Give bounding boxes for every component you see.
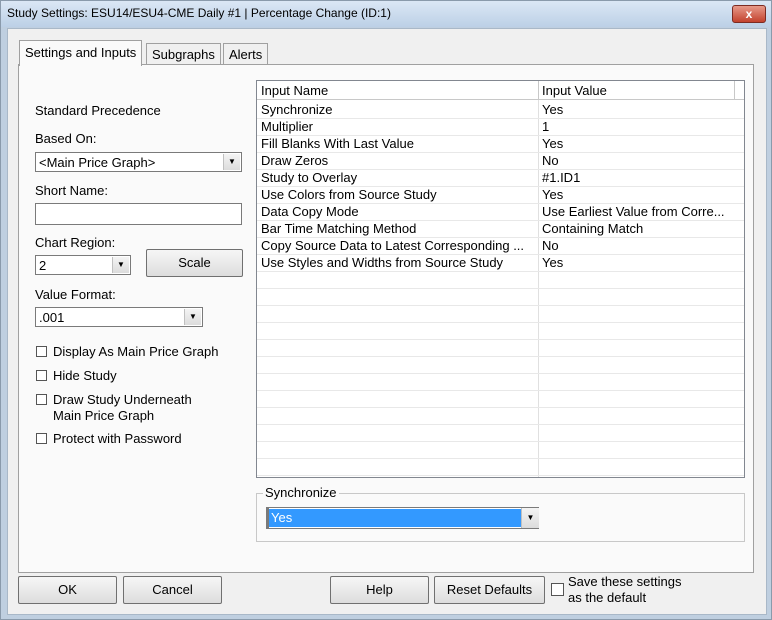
tab-alerts[interactable]: Alerts (223, 43, 269, 66)
header-input-value[interactable]: Input Value (542, 83, 737, 98)
input-value: No (542, 153, 559, 168)
table-row[interactable]: Multiplier 1 (257, 118, 744, 136)
grid-header: Input Name Input Value (257, 81, 744, 100)
display-as-main-checkbox[interactable] (36, 346, 47, 357)
draw-underneath-label: Draw Study Underneath (53, 392, 192, 407)
empty-row (257, 305, 744, 323)
chart-region-label: Chart Region: (35, 235, 116, 250)
table-row[interactable]: Fill Blanks With Last Value Yes (257, 135, 744, 153)
empty-row (257, 271, 744, 289)
input-name: Multiplier (261, 119, 314, 134)
chart-region-value: 2 (39, 258, 47, 273)
based-on-label: Based On: (35, 131, 97, 146)
dialog-body: Settings and Inputs Subgraphs Alerts Sta… (7, 28, 767, 615)
input-name: Use Styles and Widths from Source Study (261, 255, 504, 270)
input-editor-group: Synchronize Yes ▼ (256, 485, 745, 542)
close-icon: x (745, 7, 753, 21)
input-name: Bar Time Matching Method (261, 221, 417, 236)
based-on-select[interactable]: <Main Price Graph> ▼ (35, 152, 242, 172)
chevron-down-icon: ▼ (184, 309, 201, 325)
based-on-value: <Main Price Graph> (39, 155, 156, 170)
inputs-grid[interactable]: Input Name Input Value Synchronize Yes Mu… (256, 80, 745, 478)
empty-row (257, 288, 744, 306)
table-row[interactable]: Synchronize Yes (257, 101, 744, 119)
chevron-down-icon: ▼ (223, 154, 240, 170)
protect-password-checkbox[interactable] (36, 433, 47, 444)
input-value: Yes (542, 255, 564, 270)
close-button[interactable]: x (732, 5, 766, 23)
table-row[interactable]: Copy Source Data to Latest Corresponding… (257, 237, 744, 255)
table-row[interactable]: Use Colors from Source Study Yes (257, 186, 744, 204)
empty-row (257, 356, 744, 374)
synchronize-select[interactable]: Yes (266, 507, 539, 529)
table-row[interactable]: Use Styles and Widths from Source Study Y… (257, 254, 744, 272)
empty-row (257, 373, 744, 391)
empty-row (257, 407, 744, 425)
value-format-label: Value Format: (35, 287, 116, 302)
chevron-down-icon: ▼ (112, 257, 129, 273)
hide-study-checkbox[interactable] (36, 370, 47, 381)
input-value: No (542, 238, 559, 253)
hide-study-label: Hide Study (53, 368, 117, 383)
short-name-input[interactable] (35, 203, 242, 225)
input-name: Use Colors from Source Study (261, 187, 437, 202)
empty-row (257, 339, 744, 357)
display-as-main-label: Display As Main Price Graph (53, 344, 219, 359)
window-title: Study Settings: ESU14/ESU4-CME Daily #1 … (7, 6, 391, 20)
ok-button[interactable]: OK (18, 576, 117, 604)
scale-button[interactable]: Scale (146, 249, 243, 277)
value-format-select[interactable]: .001 ▼ (35, 307, 203, 327)
settings-panel: Standard Precedence Based On: <Main Pric… (18, 64, 754, 573)
tab-subgraphs[interactable]: Subgraphs (146, 43, 221, 66)
save-default-label: Save these settings (568, 574, 682, 589)
short-name-label: Short Name: (35, 183, 108, 198)
empty-row (257, 322, 744, 340)
input-value: #1.ID1 (542, 170, 581, 185)
empty-row (257, 441, 744, 459)
title-bar[interactable]: Study Settings: ESU14/ESU4-CME Daily #1 … (1, 1, 771, 27)
draw-underneath-checkbox[interactable] (36, 394, 47, 405)
empty-row (257, 424, 744, 442)
synchronize-value: Yes (268, 509, 521, 527)
input-name: Draw Zeros (261, 153, 329, 168)
protect-password-label: Protect with Password (53, 431, 182, 446)
empty-row (257, 458, 744, 476)
tab-settings-and-inputs[interactable]: Settings and Inputs (19, 40, 143, 66)
reset-defaults-button[interactable]: Reset Defaults (434, 576, 545, 604)
table-row[interactable]: Data Copy Mode Use Earliest Value from Co… (257, 203, 744, 221)
study-settings-window: Study Settings: ESU14/ESU4-CME Daily #1 … (0, 0, 772, 620)
header-divider[interactable] (734, 81, 735, 99)
table-row[interactable]: Draw Zeros No (257, 152, 744, 170)
header-input-name[interactable]: Input Name (261, 83, 328, 98)
precedence-label: Standard Precedence (35, 103, 161, 118)
input-value: Yes (542, 102, 564, 117)
draw-underneath-label-line2: Main Price Graph (53, 408, 155, 423)
input-value: Use Earliest Value from Corre... (542, 204, 725, 219)
value-format-value: .001 (39, 310, 65, 325)
input-name: Copy Source Data to Latest Corresponding… (261, 238, 525, 253)
table-row[interactable]: Study to Overlay #1.ID1 (257, 169, 744, 187)
input-name: Study to Overlay (261, 170, 358, 185)
input-value: Yes (542, 136, 564, 151)
input-value: 1 (542, 119, 550, 134)
chart-region-select[interactable]: 2 ▼ (35, 255, 131, 275)
input-name: Synchronize (261, 102, 333, 117)
save-default-label-line2: as the default (568, 590, 647, 605)
input-name: Fill Blanks With Last Value (261, 136, 414, 151)
empty-row (257, 390, 744, 408)
chevron-down-icon[interactable]: ▼ (521, 508, 539, 528)
input-name: Data Copy Mode (261, 204, 359, 219)
input-editor-label: Synchronize (263, 485, 339, 500)
cancel-button[interactable]: Cancel (123, 576, 222, 604)
table-row[interactable]: Bar Time Matching Method Containing Match (257, 220, 744, 238)
save-default-checkbox[interactable] (551, 583, 564, 596)
input-value: Yes (542, 187, 564, 202)
header-divider[interactable] (538, 81, 539, 99)
input-value: Containing Match (542, 221, 644, 236)
help-button[interactable]: Help (330, 576, 429, 604)
